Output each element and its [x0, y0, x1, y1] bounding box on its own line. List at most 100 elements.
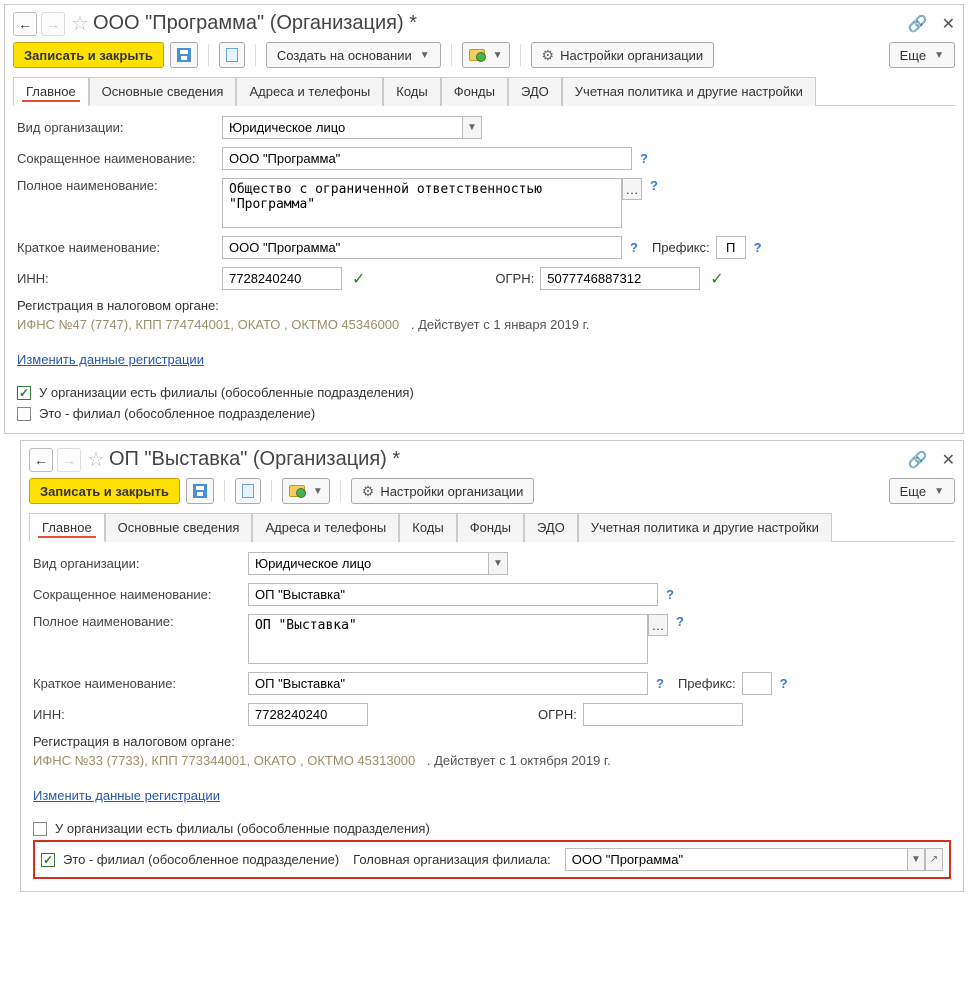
doc-button[interactable]	[235, 478, 261, 504]
tab-edo[interactable]: ЭДО	[508, 77, 562, 106]
window-title: ООО "Программа" (Организация) *	[93, 12, 417, 35]
tab-codes[interactable]: Коды	[399, 513, 456, 542]
help-icon[interactable]: ?	[676, 614, 684, 629]
save-close-button[interactable]: Записать и закрыть	[13, 42, 164, 68]
tab-addresses[interactable]: Адреса и телефоны	[252, 513, 399, 542]
back-button[interactable]: ←	[29, 448, 53, 472]
help-icon[interactable]: ?	[630, 240, 638, 255]
inn-label: ИНН:	[33, 707, 248, 722]
tab-main[interactable]: Главное	[29, 513, 105, 542]
gear-icon: ⚙	[542, 47, 555, 64]
tax-reg-info: ИФНС №33 (7733), КПП 773344001, ОКАТО , …	[33, 753, 415, 768]
ogrn-input[interactable]	[583, 703, 743, 726]
help-icon[interactable]: ?	[650, 178, 658, 193]
is-branch-checkbox[interactable]	[41, 853, 55, 867]
folder-icon	[469, 49, 485, 61]
full-name-input[interactable]	[248, 614, 648, 664]
folder-button[interactable]: ▼	[282, 478, 330, 504]
ogrn-input[interactable]	[540, 267, 700, 290]
full-name-label: Полное наименование:	[33, 614, 248, 629]
prefix-input[interactable]	[716, 236, 746, 259]
is-branch-checkbox[interactable]	[17, 407, 31, 421]
dropdown-icon[interactable]: ▼	[462, 116, 482, 139]
folder-button[interactable]: ▼	[462, 42, 510, 68]
tab-accounting[interactable]: Учетная политика и другие настройки	[562, 77, 816, 106]
parent-org-select[interactable]	[565, 848, 907, 871]
floppy-icon	[193, 484, 207, 498]
favorite-icon[interactable]: ☆	[71, 11, 89, 36]
has-branches-checkbox[interactable]	[33, 822, 47, 836]
tax-reg-label: Регистрация в налоговом органе:	[33, 734, 951, 749]
short-name-label: Сокращенное наименование:	[33, 587, 248, 602]
full-name-input[interactable]	[222, 178, 622, 228]
save-button[interactable]	[170, 42, 198, 68]
forward-button[interactable]: →	[41, 12, 65, 36]
help-icon[interactable]: ?	[656, 676, 664, 691]
tab-edo[interactable]: ЭДО	[524, 513, 578, 542]
has-branches-checkbox[interactable]	[17, 386, 31, 400]
tab-addresses[interactable]: Адреса и телефоны	[236, 77, 383, 106]
expand-button[interactable]: …	[648, 614, 668, 636]
open-icon[interactable]: ↗	[925, 848, 943, 871]
expand-button[interactable]: …	[622, 178, 642, 200]
branch-row-highlight: Это - филиал (обособленное подразделение…	[33, 840, 951, 879]
org-type-select[interactable]	[248, 552, 488, 575]
tabs: Главное Основные сведения Адреса и телеф…	[13, 76, 955, 106]
more-button[interactable]: Еще▼	[889, 42, 955, 68]
tax-reg-info: ИФНС №47 (7747), КПП 774744001, ОКАТО , …	[17, 317, 399, 332]
tax-valid-info: . Действует с 1 октября 2019 г.	[427, 753, 611, 768]
org-settings-button[interactable]: ⚙Настройки организации	[351, 478, 535, 504]
help-icon[interactable]: ?	[754, 240, 762, 255]
prefix-label: Префикс:	[652, 240, 710, 255]
tax-valid-info: . Действует с 1 января 2019 г.	[411, 317, 590, 332]
link-icon[interactable]: 🔗	[908, 14, 928, 34]
close-icon[interactable]: ✕	[942, 450, 955, 470]
folder-icon	[289, 485, 305, 497]
tab-main[interactable]: Главное	[13, 77, 89, 106]
save-close-button[interactable]: Записать и закрыть	[29, 478, 180, 504]
change-reg-link[interactable]: Изменить данные регистрации	[33, 788, 220, 803]
favorite-icon[interactable]: ☆	[87, 447, 105, 472]
brief-name-input[interactable]	[222, 236, 622, 259]
inn-input[interactable]	[222, 267, 342, 290]
short-name-label: Сокращенное наименование:	[17, 151, 222, 166]
floppy-icon	[177, 48, 191, 62]
tab-accounting[interactable]: Учетная политика и другие настройки	[578, 513, 832, 542]
prefix-input[interactable]	[742, 672, 772, 695]
has-branches-label: У организации есть филиалы (обособленные…	[55, 821, 430, 836]
inn-input[interactable]	[248, 703, 368, 726]
window-title: ОП "Выставка" (Организация) *	[109, 448, 400, 471]
org-settings-button[interactable]: ⚙Настройки организации	[531, 42, 715, 68]
tax-reg-label: Регистрация в налоговом органе:	[17, 298, 951, 313]
short-name-input[interactable]	[222, 147, 632, 170]
tab-basic-info[interactable]: Основные сведения	[105, 513, 253, 542]
tab-funds[interactable]: Фонды	[457, 513, 524, 542]
create-based-button[interactable]: Создать на основании▼	[266, 42, 441, 68]
org-type-select[interactable]	[222, 116, 462, 139]
link-icon[interactable]: 🔗	[908, 450, 928, 470]
is-branch-label: Это - филиал (обособленное подразделение…	[39, 406, 315, 421]
brief-name-input[interactable]	[248, 672, 648, 695]
close-icon[interactable]: ✕	[942, 14, 955, 34]
back-button[interactable]: ←	[13, 12, 37, 36]
ogrn-label: ОГРН:	[538, 707, 577, 722]
tab-basic-info[interactable]: Основные сведения	[89, 77, 237, 106]
gear-icon: ⚙	[362, 483, 375, 500]
parent-org-label: Головная организация филиала:	[353, 852, 551, 867]
help-icon[interactable]: ?	[640, 151, 648, 166]
help-icon[interactable]: ?	[780, 676, 788, 691]
is-branch-label: Это - филиал (обособленное подразделение…	[63, 852, 339, 867]
more-button[interactable]: Еще▼	[889, 478, 955, 504]
tab-codes[interactable]: Коды	[383, 77, 440, 106]
tab-funds[interactable]: Фонды	[441, 77, 508, 106]
change-reg-link[interactable]: Изменить данные регистрации	[17, 352, 204, 367]
org-type-label: Вид организации:	[33, 556, 248, 571]
save-button[interactable]	[186, 478, 214, 504]
dropdown-icon[interactable]: ▼	[488, 552, 508, 575]
dropdown-icon[interactable]: ▼	[907, 848, 925, 871]
doc-button[interactable]	[219, 42, 245, 68]
forward-button[interactable]: →	[57, 448, 81, 472]
check-icon: ✓	[352, 269, 365, 289]
short-name-input[interactable]	[248, 583, 658, 606]
help-icon[interactable]: ?	[666, 587, 674, 602]
